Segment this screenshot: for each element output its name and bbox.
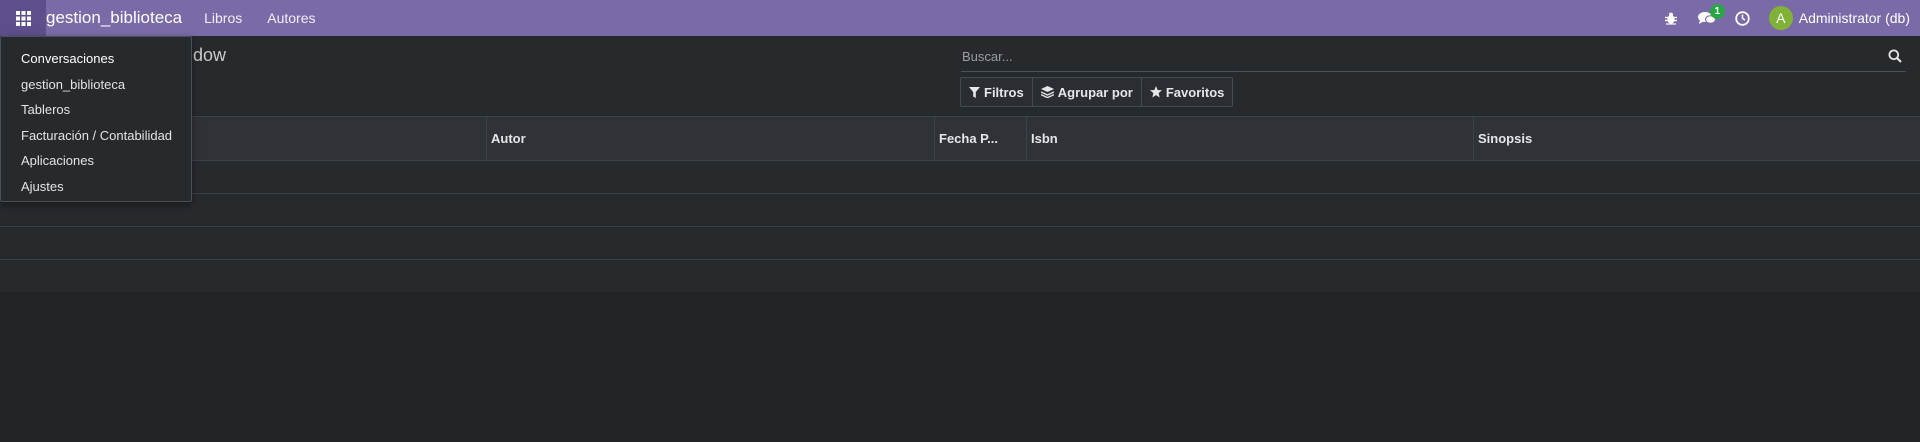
top-navbar: gestion_biblioteca Libros Autores 1 A Ad… (0, 0, 1920, 36)
navbar-systray: 1 A Administrator (db) (1653, 0, 1920, 36)
menu-item-libros[interactable]: Libros (204, 10, 242, 26)
group-by-button[interactable]: Agrupar por (1032, 78, 1142, 106)
app-brand[interactable]: gestion_biblioteca (46, 8, 182, 28)
filters-button[interactable]: Filtros (961, 78, 1033, 106)
filters-label: Filtros (984, 84, 1024, 100)
favorites-button[interactable]: Favoritos (1141, 78, 1233, 106)
debug-button[interactable] (1653, 0, 1689, 36)
search-bar (961, 42, 1906, 72)
apps-dropdown-menu: Conversaciones gestion_biblioteca Tabler… (0, 36, 192, 202)
user-name: Administrator (db) (1798, 10, 1910, 26)
column-header-sinopsis[interactable]: Sinopsis (1473, 117, 1920, 160)
apps-menu-item-facturacion[interactable]: Facturación / Contabilidad (1, 123, 191, 149)
apps-menu-item-aplicaciones[interactable]: Aplicaciones (1, 148, 191, 174)
column-header-fecha[interactable]: Fecha P... (934, 117, 1026, 160)
search-input[interactable] (961, 42, 1906, 70)
apps-menu-item-gestion-biblioteca[interactable]: gestion_biblioteca (1, 72, 191, 98)
messages-button[interactable]: 1 (1689, 0, 1725, 36)
filter-icon (969, 86, 980, 98)
grid-icon (15, 10, 31, 26)
apps-menu-item-tableros[interactable]: Tableros (1, 97, 191, 123)
apps-menu-button[interactable] (0, 0, 46, 36)
empty-content-area (0, 292, 1920, 442)
apps-menu-item-conversaciones[interactable]: Conversaciones (1, 46, 191, 72)
search-icon[interactable] (1888, 49, 1902, 68)
messages-count-badge: 1 (1709, 4, 1725, 19)
layers-icon (1040, 86, 1054, 98)
star-icon (1149, 86, 1162, 98)
column-header-isbn[interactable]: Isbn (1026, 117, 1473, 160)
clock-icon (1735, 10, 1750, 26)
column-header-autor[interactable]: Autor (486, 117, 934, 160)
control-panel: dow Filtros Agrupar por (0, 36, 1920, 116)
table-row (0, 194, 1920, 227)
table-header: Autor Fecha P... Isbn Sinopsis (0, 116, 1920, 161)
page-title: dow (193, 45, 227, 65)
search-options: Filtros Agrupar por Favoritos (960, 77, 1234, 107)
table-row (0, 161, 1920, 194)
list-view-table: Autor Fecha P... Isbn Sinopsis (0, 116, 1920, 293)
group-by-label: Agrupar por (1057, 84, 1133, 100)
menu-item-autores[interactable]: Autores (267, 10, 315, 26)
avatar: A (1768, 6, 1793, 30)
bug-icon (1664, 12, 1677, 25)
activities-button[interactable] (1725, 0, 1761, 36)
table-row (0, 227, 1920, 260)
favorites-label: Favoritos (1165, 84, 1225, 100)
user-menu[interactable]: A Administrator (db) (1768, 6, 1910, 30)
table-row (0, 260, 1920, 293)
apps-menu-item-ajustes[interactable]: Ajustes (1, 174, 191, 200)
